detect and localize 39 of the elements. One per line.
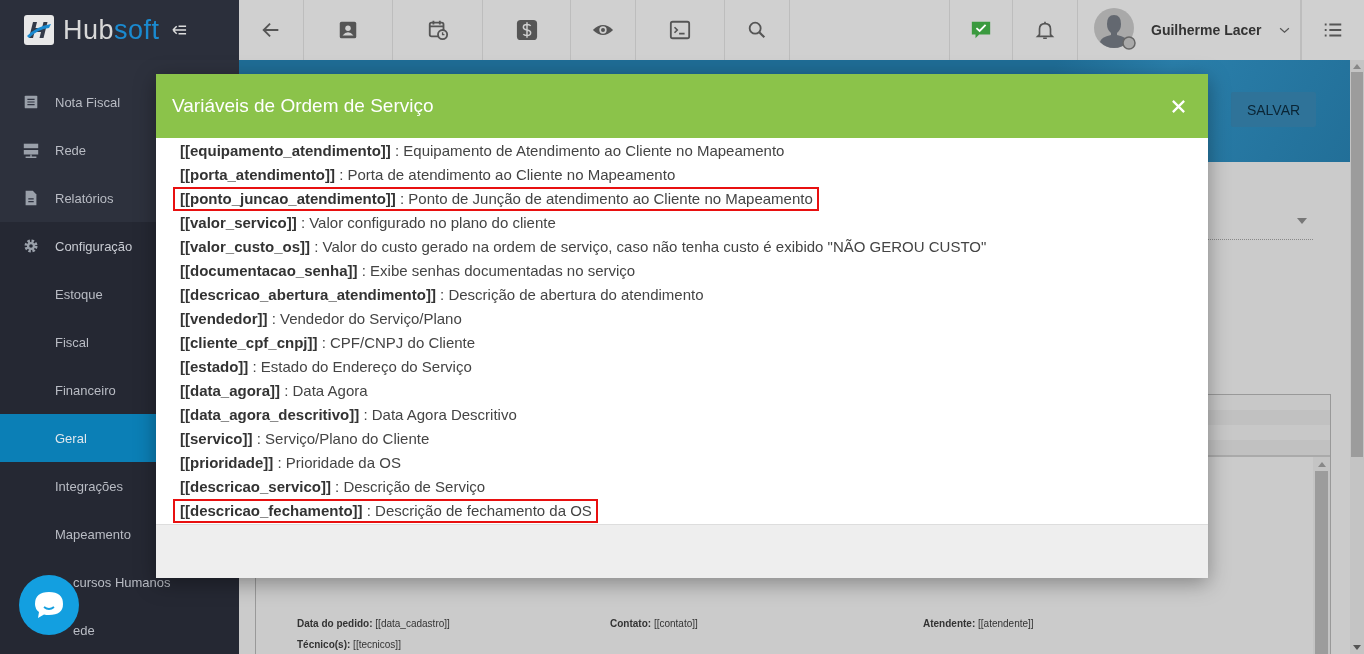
user-name[interactable]: Guilherme Lacer bbox=[1151, 22, 1273, 38]
sidebar-subitem[interactable]: ede bbox=[0, 606, 239, 654]
variable-entry: [[descricao_servico]] : Descrição de Serviço bbox=[179, 477, 487, 497]
field-text: Atendente: [[atendente]] bbox=[923, 618, 1035, 629]
list-icon bbox=[22, 93, 40, 111]
variable-entry: [[equipamento_atendimento]] : Equipamento de Atendimento ao Cliente no Mapeamento bbox=[179, 141, 786, 161]
gear-icon bbox=[22, 237, 40, 255]
chevron-down-icon[interactable] bbox=[1279, 26, 1290, 34]
variable-entry: [[valor_servico]] : Valor configurado no plano do cliente bbox=[179, 213, 557, 233]
dialog-title: Variáveis de Ordem de Serviço bbox=[172, 95, 434, 117]
variable-entry: [[descricao_abertura_atendimento]] : Descrição de abertura do atendimento bbox=[179, 285, 705, 305]
logo-wordmark: Hubsoft bbox=[63, 14, 160, 46]
logo-icon bbox=[23, 14, 55, 46]
variable-entry: [[estado]] : Estado do Endereço do Serviço bbox=[179, 357, 473, 377]
bell-icon[interactable] bbox=[1034, 19, 1056, 41]
dollar-icon[interactable] bbox=[515, 19, 538, 41]
page-scrollbar[interactable] bbox=[1350, 60, 1364, 654]
search-icon[interactable] bbox=[746, 19, 768, 41]
field-text: Data do pedido: [[data_cadastro]] bbox=[297, 618, 451, 629]
variable-entry: [[cliente_cpf_cnpj]] : CPF/CNPJ do Cliente bbox=[179, 333, 477, 353]
variable-entry: [[data_agora]] : Data Agora bbox=[179, 381, 369, 401]
variable-entry: [[valor_custo_os]] : Valor do custo gerado na ordem de serviço, caso não tenha custo é exibido "NÃO GEROU CUSTO" bbox=[179, 237, 988, 257]
scrollbar[interactable] bbox=[1313, 457, 1330, 654]
field-text: Contato: [[contato]] bbox=[610, 618, 699, 629]
collapse-menu-icon[interactable] bbox=[171, 24, 187, 36]
variable-entry: [[descricao_fechamento]] : Descrição de fechamento da OS bbox=[173, 499, 598, 523]
dropdown-arrow-icon[interactable] bbox=[1297, 217, 1307, 224]
sidebar-subitem[interactable]: cursos Humanos bbox=[0, 558, 239, 606]
calendar-clock-icon[interactable] bbox=[426, 19, 449, 41]
contact-card-icon[interactable] bbox=[337, 19, 359, 41]
scroll-down-icon[interactable] bbox=[1353, 645, 1361, 650]
variable-entry: [[documentacao_senha]] : Exibe senhas documentadas no serviço bbox=[179, 261, 637, 281]
avatar-icon bbox=[1094, 8, 1138, 52]
variable-entry: [[porta_atendimento]] : Porta de atendimento ao Cliente no Mapeamento bbox=[179, 165, 677, 185]
variable-entry: [[ponto_juncao_atendimento]] : Ponto de Junção de atendimento ao Cliente no Mapeamento bbox=[173, 187, 819, 211]
field-text: Técnico(s): [[tecnicos]] bbox=[297, 639, 402, 650]
server-icon bbox=[22, 141, 40, 159]
variable-entry: [[vendedor]] : Vendedor do Serviço/Plano bbox=[179, 309, 463, 329]
terminal-icon[interactable] bbox=[669, 19, 691, 41]
